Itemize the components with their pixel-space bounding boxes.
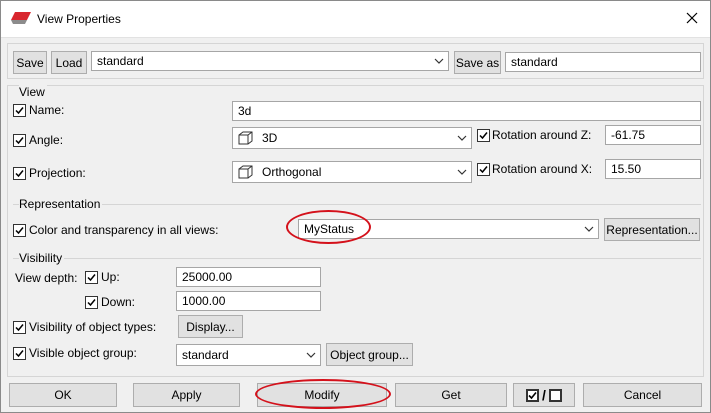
save-as-button[interactable]: Save as: [454, 51, 501, 74]
chevron-down-icon: [457, 128, 467, 148]
preset-select-value: standard: [97, 54, 144, 68]
angle-select[interactable]: 3D: [232, 127, 472, 149]
object-group-button[interactable]: Object group...: [326, 343, 413, 366]
rotation-x-label: Rotation around X:: [492, 162, 593, 176]
app-logo-icon: [11, 12, 31, 24]
down-checkbox[interactable]: [85, 296, 98, 309]
rotation-x-input[interactable]: 15.50: [605, 159, 701, 179]
view-depth-up-input[interactable]: 25000.00: [176, 267, 321, 287]
rotation-z-input[interactable]: -61.75: [605, 125, 701, 145]
toggle-separator: /: [542, 387, 546, 403]
title-bar: View Properties: [1, 1, 710, 38]
angle-select-value: 3D: [262, 131, 278, 145]
rotation-z-label: Rotation around Z:: [492, 128, 592, 142]
view-section-heading: View: [19, 85, 47, 99]
chevron-down-icon: [584, 220, 594, 238]
name-input[interactable]: 3d: [232, 101, 701, 121]
get-button[interactable]: Get: [395, 383, 507, 407]
name-label: Name:: [29, 103, 65, 117]
chevron-down-icon: [434, 52, 444, 70]
object-types-checkbox[interactable]: [13, 321, 26, 334]
cancel-button[interactable]: Cancel: [583, 383, 702, 407]
uncheck-all-icon: [548, 388, 562, 402]
preset-select[interactable]: standard: [91, 51, 449, 71]
angle-checkbox[interactable]: [13, 134, 26, 147]
window-title: View Properties: [37, 12, 121, 26]
object-types-label: Visibility of object types:: [29, 320, 157, 334]
object-group-label: Visible object group:: [29, 346, 137, 360]
rotation-z-checkbox[interactable]: [477, 129, 490, 142]
visibility-section-heading: Visibility: [19, 251, 65, 265]
object-group-checkbox[interactable]: [13, 347, 26, 360]
representation-divider: [13, 204, 701, 205]
color-transparency-checkbox[interactable]: [13, 224, 26, 237]
up-label: Up:: [101, 270, 120, 284]
projection-checkbox[interactable]: [13, 167, 26, 180]
modify-button[interactable]: Modify: [257, 383, 387, 407]
representation-button[interactable]: Representation...: [604, 218, 700, 241]
close-icon[interactable]: [683, 9, 701, 27]
view-depth-label: View depth:: [15, 271, 78, 285]
toggle-all-checkboxes-button[interactable]: /: [513, 383, 575, 407]
color-transparency-select[interactable]: MyStatus: [298, 219, 599, 239]
projection-select[interactable]: Orthogonal: [232, 161, 472, 183]
rotation-x-checkbox[interactable]: [477, 163, 490, 176]
down-label: Down:: [101, 295, 136, 309]
representation-section-heading: Representation: [19, 197, 103, 211]
chevron-down-icon: [457, 162, 467, 182]
projection-select-value: Orthogonal: [262, 165, 322, 179]
name-checkbox[interactable]: [13, 104, 26, 117]
load-button[interactable]: Load: [51, 51, 87, 74]
save-button[interactable]: Save: [13, 51, 47, 74]
view-depth-down-input[interactable]: 1000.00: [176, 291, 321, 311]
up-checkbox[interactable]: [85, 271, 98, 284]
visibility-divider: [13, 258, 701, 259]
color-transparency-label: Color and transparency in all views:: [29, 223, 219, 237]
cube-3d-icon: [238, 131, 256, 145]
ok-button[interactable]: OK: [9, 383, 117, 407]
save-as-name-input[interactable]: standard: [505, 52, 701, 72]
chevron-down-icon: [306, 345, 316, 365]
angle-label: Angle:: [29, 133, 64, 147]
check-all-icon: [526, 388, 540, 402]
view-properties-dialog: View Properties Save Load standard Save …: [0, 0, 711, 413]
projection-label: Projection:: [29, 166, 86, 180]
cube-orthogonal-icon: [238, 165, 256, 179]
object-group-select[interactable]: standard: [176, 344, 321, 366]
color-transparency-value: MyStatus: [304, 222, 355, 236]
apply-button[interactable]: Apply: [133, 383, 240, 407]
object-group-select-value: standard: [182, 348, 229, 362]
display-button[interactable]: Display...: [178, 315, 243, 338]
